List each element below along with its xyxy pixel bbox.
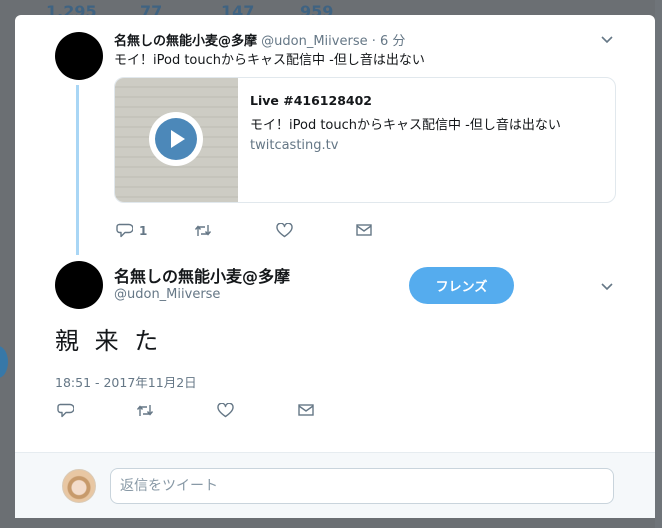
parent-tweet-menu-chevron-down-icon[interactable] <box>600 32 614 46</box>
card-title: Live #416128402 <box>250 93 372 108</box>
heart-icon <box>217 403 234 418</box>
envelope-icon <box>356 224 372 236</box>
play-icon[interactable] <box>149 112 203 166</box>
retweet-icon <box>136 405 154 416</box>
reply-composer <box>15 452 655 518</box>
parent-tweet-text: モイ！iPod touchからキャス配信中 -但し音は出ない <box>114 53 425 68</box>
main-tweet-handle[interactable]: @udon_Miiverse <box>114 287 220 302</box>
parent-tweet-handle[interactable]: @udon_Miiverse <box>261 34 367 49</box>
retweet-button[interactable] <box>194 223 212 238</box>
parent-tweet-header: 名無しの無能小麦@多摩 @udon_Miiverse · 6 分 <box>114 30 405 49</box>
heart-icon <box>276 223 293 238</box>
envelope-icon <box>298 404 314 416</box>
card-domain: twitcasting.tv <box>250 138 339 153</box>
background-right-column <box>655 0 662 528</box>
main-like-button[interactable] <box>217 403 234 418</box>
direct-message-button[interactable] <box>356 223 372 237</box>
main-tweet-actions <box>57 403 327 419</box>
main-direct-message-button[interactable] <box>298 403 314 417</box>
friends-button[interactable]: フレンズ <box>409 267 514 304</box>
main-tweet-menu-chevron-down-icon[interactable] <box>600 279 614 293</box>
tweet-detail-modal: 名無しの無能小麦@多摩 @udon_Miiverse · 6 分 モイ！iPod… <box>15 15 655 518</box>
main-tweet-text: 親 来 た <box>55 327 163 355</box>
main-reply-button[interactable] <box>57 403 74 418</box>
card-thumbnail <box>115 78 238 202</box>
parent-tweet-avatar[interactable] <box>55 32 103 80</box>
background-left-badge <box>0 346 8 378</box>
reply-input[interactable] <box>110 468 614 504</box>
main-tweet-name[interactable]: 名無しの無能小麦@多摩 <box>114 263 290 287</box>
like-button[interactable] <box>276 223 293 238</box>
current-user-avatar <box>62 469 96 503</box>
retweet-icon <box>194 225 212 236</box>
main-tweet-timestamp[interactable]: 18:51 - 2017年11月2日 <box>55 372 197 391</box>
parent-tweet-name[interactable]: 名無しの無能小麦@多摩 <box>114 34 257 49</box>
reply-icon <box>116 223 133 238</box>
background-profile-stats: 1,295 77 147 959 <box>38 0 638 21</box>
link-card[interactable]: Live #416128402 モイ！iPod touchからキャス配信中 -但… <box>114 77 616 203</box>
parent-tweet-actions: 1 <box>114 223 384 239</box>
main-tweet-avatar[interactable] <box>55 261 103 309</box>
reply-count: 1 <box>139 223 148 238</box>
reply-button[interactable]: 1 <box>116 223 147 238</box>
card-description: モイ！iPod touchからキャス配信中 -但し音は出ない <box>250 118 561 133</box>
thread-connector-line <box>76 85 79 255</box>
main-retweet-button[interactable] <box>136 403 154 418</box>
parent-tweet-time[interactable]: 6 分 <box>380 34 405 49</box>
separator-dot: · <box>371 34 376 49</box>
reply-icon <box>57 403 74 418</box>
